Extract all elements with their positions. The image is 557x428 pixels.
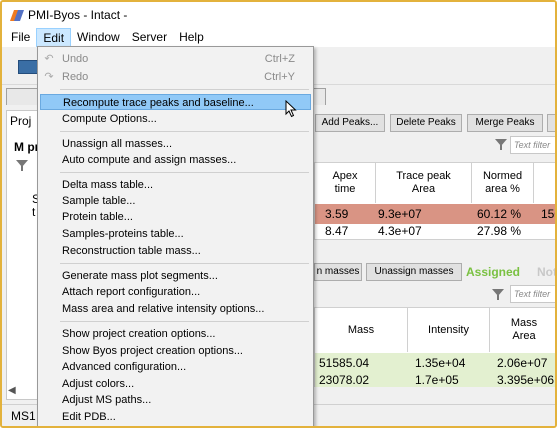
menu-item-protein-table[interactable]: Protein table... xyxy=(40,209,311,225)
menu-separator xyxy=(60,89,309,90)
peak-area: 9.3e+07 xyxy=(378,207,422,221)
side-letter-t: t xyxy=(32,205,36,219)
peak-extra: 150 xyxy=(541,207,555,221)
app-window: PMI-Byos - Intact - File Edit Window Ser… xyxy=(0,0,557,428)
mass-area: 2.06e+07 xyxy=(497,356,548,370)
redo-icon: ↷ xyxy=(44,71,54,83)
mass-intensity: 1.7e+05 xyxy=(415,373,459,387)
redo-label: Redo xyxy=(62,71,89,83)
menu-separator xyxy=(60,131,309,132)
menu-item-unassign-all-masses[interactable]: Unassign all masses... xyxy=(40,136,311,152)
toolbar-monitor-icon[interactable] xyxy=(18,60,38,74)
mass-value: 23078.02 xyxy=(319,373,370,387)
menu-help[interactable]: Help xyxy=(173,28,210,47)
redo-shortcut: Ctrl+Y xyxy=(264,71,295,83)
table-row[interactable]: 23078.02 1.7e+05 3.395e+06 xyxy=(315,373,555,387)
undo-icon: ↶ xyxy=(44,53,54,65)
add-peaks-button[interactable]: Add Peaks... xyxy=(315,114,385,132)
merge-peaks-button[interactable]: Merge Peaks xyxy=(467,114,543,132)
peak-header-normed[interactable]: Normed area % xyxy=(472,163,534,203)
menu-item-delta-mass-table[interactable]: Delta mass table... xyxy=(40,177,311,193)
tab-not-assigned[interactable]: Not xyxy=(537,265,555,279)
menu-file[interactable]: File xyxy=(5,28,36,47)
menu-item-adjust-colors[interactable]: Adjust colors... xyxy=(40,376,311,392)
peak-header-area[interactable]: Trace peak Area xyxy=(376,163,472,203)
menu-separator xyxy=(60,321,309,322)
filter-funnel-icon[interactable] xyxy=(16,160,28,172)
peak-normed: 60.12 % xyxy=(477,207,522,221)
mass-label: M pr xyxy=(14,140,40,154)
menu-server[interactable]: Server xyxy=(126,28,173,47)
peak-apex: 3.59 xyxy=(325,207,349,221)
app-logo-icon xyxy=(9,9,25,22)
table-row[interactable]: 51585.04 1.35e+04 2.06e+07 xyxy=(315,353,555,373)
status-text: MS1 xyxy=(11,409,36,423)
menu-item-undo[interactable]: ↶ Undo Ctrl+Z xyxy=(40,51,311,67)
menu-bar: File Edit Window Server Help xyxy=(2,28,555,47)
menu-item-generate-mass-plot-segments[interactable]: Generate mass plot segments... xyxy=(40,268,311,284)
menu-item-sample-table[interactable]: Sample table... xyxy=(40,193,311,209)
menu-item-compute-options[interactable]: Compute Options... xyxy=(40,111,311,127)
menu-item-advanced-configuration[interactable]: Advanced configuration... xyxy=(40,359,311,375)
undo-shortcut: Ctrl+Z xyxy=(264,53,295,65)
menu-item-recompute-trace-peaks[interactable]: Recompute trace peaks and baseline... xyxy=(40,94,311,110)
title-bar: PMI-Byos - Intact - xyxy=(2,2,555,28)
mass-filter-funnel-icon[interactable] xyxy=(492,289,504,301)
project-label: Proj xyxy=(10,114,32,128)
splitter[interactable] xyxy=(308,242,555,260)
delete-peaks-button[interactable]: Delete Peaks xyxy=(390,114,462,132)
menu-item-edit-pdb[interactable]: Edit PDB... xyxy=(40,409,311,425)
window-title: PMI-Byos - Intact - xyxy=(28,8,128,22)
peak-normed: 27.98 % xyxy=(477,224,522,238)
peak-header-apex[interactable]: Apex time xyxy=(315,163,376,203)
tab-assigned[interactable]: Assigned xyxy=(466,265,520,279)
edit-menu-dropdown: ↶ Undo Ctrl+Z ↷ Redo Ctrl+Y Recompute tr… xyxy=(37,46,314,426)
peak-area: 4.3e+07 xyxy=(378,224,422,238)
mass-header-intensity[interactable]: Intensity xyxy=(408,308,490,352)
menu-item-show-project-creation-options[interactable]: Show project creation options... xyxy=(40,326,311,342)
mass-header-mass[interactable]: Mass xyxy=(315,308,408,352)
scroll-left-arrow-icon[interactable]: ◀ xyxy=(8,385,16,396)
mass-header-area[interactable]: Mass Area xyxy=(490,308,555,352)
peak-filter-funnel-icon[interactable] xyxy=(495,139,507,151)
table-row[interactable]: 8.47 4.3e+07 27.98 % xyxy=(315,224,555,238)
mass-value: 51585.04 xyxy=(319,356,370,370)
peak-text-filter[interactable]: Text filter xyxy=(510,136,555,154)
mass-intensity: 1.35e+04 xyxy=(415,356,466,370)
mass-area: 3.395e+06 xyxy=(497,373,555,387)
mass-text-filter[interactable]: Text filter xyxy=(510,285,555,303)
menu-item-samples-proteins-table[interactable]: Samples-proteins table... xyxy=(40,226,311,242)
menu-item-adjust-ms-paths[interactable]: Adjust MS paths... xyxy=(40,392,311,408)
undo-label: Undo xyxy=(62,53,89,65)
menu-item-reconstruction-table-mass[interactable]: Reconstruction table mass... xyxy=(40,243,311,259)
menu-item-show-byos-project-creation-options[interactable]: Show Byos project creation options... xyxy=(40,343,311,359)
mouse-cursor-icon xyxy=(285,100,297,118)
menu-window[interactable]: Window xyxy=(71,28,126,47)
menu-item-mass-area-options[interactable]: Mass area and relative intensity options… xyxy=(40,301,311,317)
menu-item-redo[interactable]: ↷ Redo Ctrl+Y xyxy=(40,69,311,85)
table-row[interactable]: 3.59 9.3e+07 60.12 % 150 xyxy=(315,204,555,224)
menu-edit[interactable]: Edit xyxy=(36,28,72,47)
assign-masses-button[interactable]: n masses xyxy=(314,263,362,281)
menu-separator xyxy=(60,172,309,173)
menu-item-auto-compute-assign[interactable]: Auto compute and assign masses... xyxy=(40,152,311,168)
more-button[interactable] xyxy=(547,114,555,132)
menu-separator xyxy=(60,263,309,264)
unassign-masses-button[interactable]: Unassign masses xyxy=(366,263,462,281)
peak-apex: 8.47 xyxy=(325,224,349,238)
menu-item-attach-report-configuration[interactable]: Attach report configuration... xyxy=(40,284,311,300)
